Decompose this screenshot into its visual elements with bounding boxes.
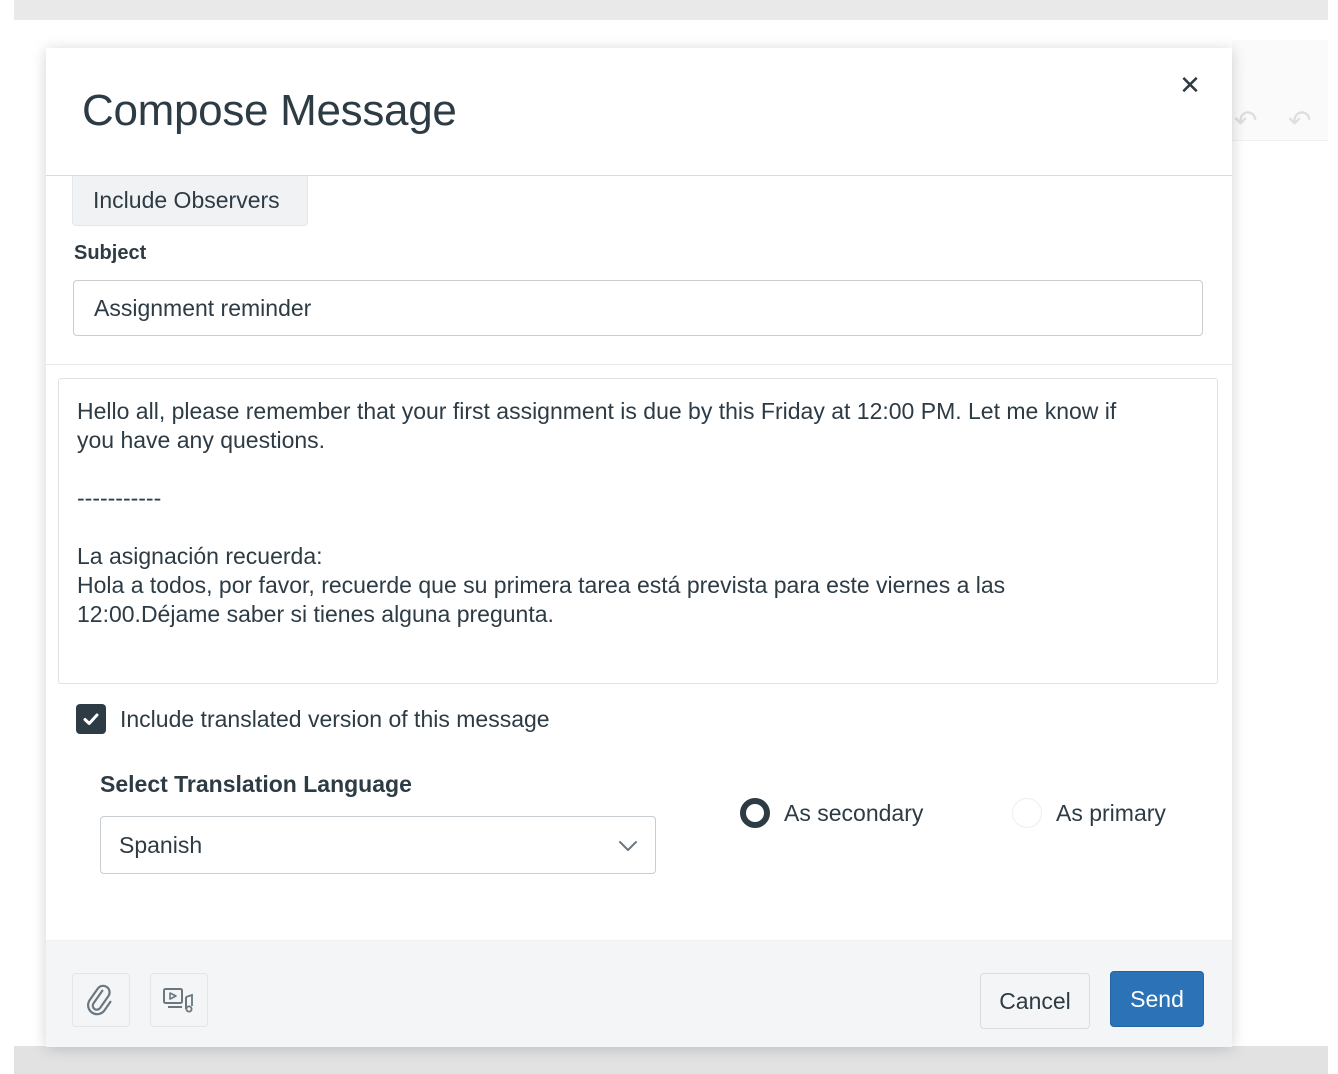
media-icon (163, 988, 193, 1013)
close-icon: ✕ (1179, 71, 1201, 101)
attach-file-button[interactable] (72, 973, 130, 1027)
as-secondary-radio-option[interactable]: As secondary (740, 796, 923, 830)
as-primary-label: As primary (1056, 799, 1166, 826)
background-bottom-bar (14, 1046, 1328, 1074)
translation-language-label: Select Translation Language (100, 771, 412, 797)
include-translation-label: Include translated version of this messa… (120, 705, 550, 732)
checkmark-icon (83, 713, 99, 725)
dialog-footer: Cancel Send (46, 940, 1232, 1047)
message-body-textarea[interactable]: Hello all, please remember that your fir… (58, 378, 1218, 684)
close-button[interactable]: ✕ (1174, 70, 1206, 102)
subject-label: Subject (74, 242, 147, 264)
dialog-title: Compose Message (82, 86, 457, 135)
subject-input[interactable] (73, 280, 1203, 336)
section-divider (46, 364, 1232, 365)
compose-message-dialog: Compose Message ✕ Include Observers Subj… (46, 48, 1232, 1047)
as-primary-radio-option[interactable]: As primary (1012, 796, 1166, 830)
record-media-button[interactable] (150, 973, 208, 1027)
as-secondary-radio[interactable] (740, 798, 770, 828)
cancel-button[interactable]: Cancel (980, 973, 1090, 1029)
include-observers-button[interactable]: Include Observers (72, 176, 308, 226)
background-toolbar: ↶ ↶ (1232, 40, 1328, 141)
as-primary-radio[interactable] (1012, 798, 1042, 828)
as-secondary-label: As secondary (784, 799, 924, 826)
translation-language-select[interactable]: Spanish (100, 816, 656, 874)
dialog-header: Compose Message ✕ (46, 48, 1232, 176)
background-top-bar (14, 0, 1328, 20)
include-translation-checkbox-row[interactable]: Include translated version of this messa… (76, 702, 550, 736)
include-translation-checkbox[interactable] (76, 704, 106, 734)
chevron-down-icon (619, 841, 637, 851)
paperclip-icon (87, 984, 112, 1016)
reply-all-icon: ↶ (1288, 104, 1312, 137)
reply-icon: ↶ (1234, 104, 1258, 137)
send-button[interactable]: Send (1110, 971, 1204, 1027)
page: ↶ ↶ Compose Message ✕ Include Observers … (0, 0, 1338, 1074)
translation-language-value: Spanish (119, 832, 203, 858)
